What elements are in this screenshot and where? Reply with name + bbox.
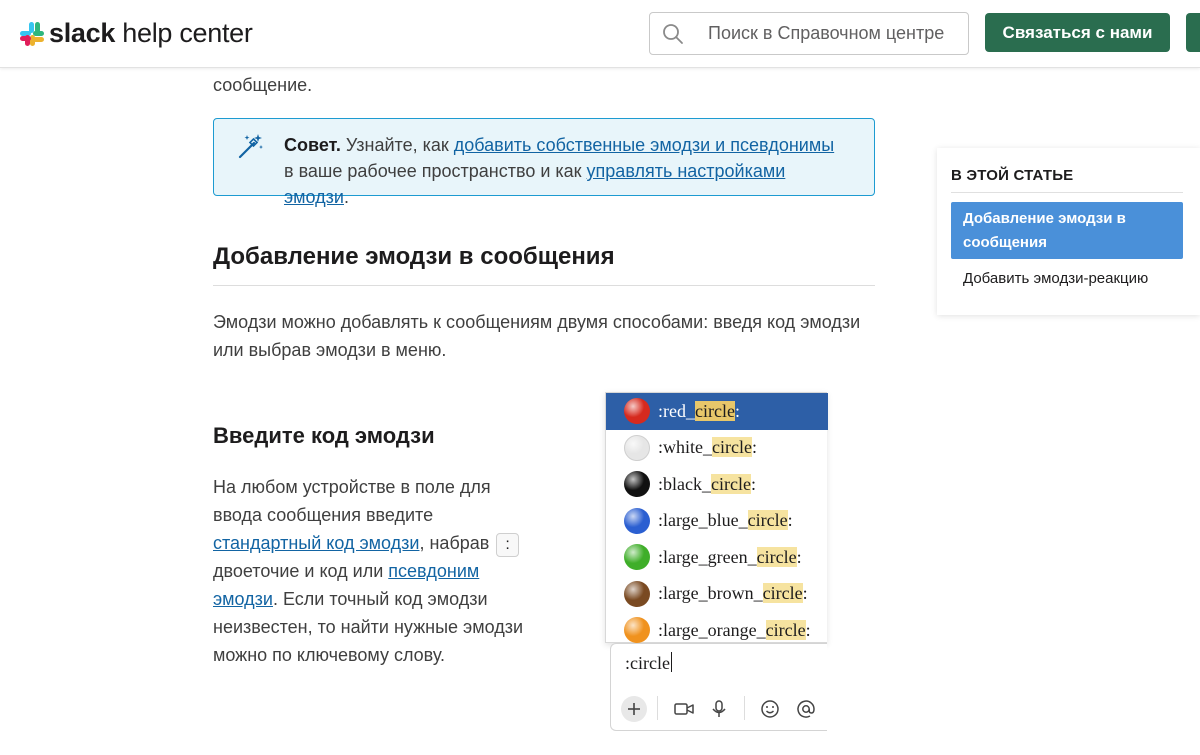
emoji-code: :red_circle: bbox=[658, 400, 740, 421]
tip-callout: Совет. Узнайте, как добавить собственные… bbox=[213, 118, 875, 207]
composer-text: :circle bbox=[625, 652, 672, 673]
standard-emoji-code-link[interactable]: стандартный код эмодзи bbox=[213, 533, 419, 553]
microphone-icon[interactable] bbox=[706, 696, 732, 722]
emoji-code: :large_brown_circle: bbox=[658, 583, 808, 604]
section-heading: Добавление эмодзи в сообщения bbox=[213, 243, 615, 270]
emoji-suggestion-row[interactable]: :large_brown_circle: bbox=[606, 576, 828, 613]
intro-paragraph: Эмодзи можно добавлять к сообщениям двум… bbox=[213, 312, 861, 360]
emoji-suggestion-row[interactable]: :large_green_circle: bbox=[606, 539, 828, 576]
toc-item-add-emoji-to-messages[interactable]: Добавление эмодзи в сообщения bbox=[951, 202, 1183, 259]
message-composer: :circle bbox=[610, 643, 827, 731]
custom-emoji-link[interactable]: добавить собственные эмодзи и псевдонимы bbox=[454, 135, 834, 155]
circle-emoji-icon bbox=[624, 398, 650, 425]
circle-emoji-icon bbox=[624, 580, 650, 607]
subsection-heading: Введите код эмодзи bbox=[213, 423, 435, 448]
toc-item-add-emoji-reaction[interactable]: Добавить эмодзи-реакцию bbox=[963, 268, 1148, 290]
circle-emoji-icon bbox=[624, 471, 650, 498]
lead-fragment: сообщение. bbox=[213, 75, 313, 95]
search-box[interactable] bbox=[649, 12, 969, 55]
toc-title: В ЭТОЙ СТАТЬЕ bbox=[951, 167, 1074, 184]
table-of-contents: В ЭТОЙ СТАТЬЕ Добавление эмодзи в сообще… bbox=[937, 148, 1200, 315]
emoji-code: :large_green_circle: bbox=[658, 546, 802, 567]
circle-emoji-icon bbox=[624, 434, 650, 461]
instructions-paragraph: На любом устройстве в поле для ввода соо… bbox=[213, 477, 524, 665]
emoji-suggestion-row[interactable]: :red_circle: bbox=[606, 393, 828, 430]
contact-us-button[interactable]: Связаться с нами bbox=[985, 13, 1170, 52]
search-icon bbox=[663, 24, 683, 44]
site-header: slack help center Связаться с нами bbox=[0, 0, 1200, 68]
emoji-suggestion-row[interactable]: :white_circle: bbox=[606, 430, 828, 467]
emoji-code: :large_orange_circle: bbox=[658, 619, 811, 640]
tip-text: Совет. Узнайте, как добавить собственные… bbox=[284, 135, 835, 207]
emoji-suggestion-row[interactable]: :large_blue_circle: bbox=[606, 503, 828, 540]
logo-text: slack help center bbox=[49, 18, 253, 48]
emoji-code: :black_circle: bbox=[658, 473, 756, 494]
colon-key: : bbox=[496, 533, 519, 557]
sign-in-button[interactable] bbox=[1186, 13, 1200, 52]
circle-emoji-icon bbox=[624, 507, 650, 534]
magic-wand-icon bbox=[238, 134, 263, 159]
tip-label: Совет. bbox=[284, 135, 341, 155]
video-icon[interactable] bbox=[671, 696, 697, 722]
plus-icon[interactable] bbox=[621, 696, 647, 722]
search-input[interactable] bbox=[708, 13, 958, 54]
toolbar-divider bbox=[657, 696, 658, 720]
slack-logo-icon bbox=[20, 21, 44, 46]
mention-icon[interactable] bbox=[793, 696, 819, 722]
divider bbox=[213, 285, 875, 286]
emoji-autocomplete-list: :red_circle::white_circle::black_circle:… bbox=[605, 392, 828, 644]
emoji-code: :large_blue_circle: bbox=[658, 510, 793, 531]
divider bbox=[951, 192, 1183, 193]
emoji-icon[interactable] bbox=[757, 696, 783, 722]
emoji-code: :white_circle: bbox=[658, 437, 757, 458]
slack-logo[interactable]: slack help center bbox=[19, 18, 253, 49]
toolbar-divider bbox=[744, 696, 745, 720]
emoji-suggestion-row[interactable]: :black_circle: bbox=[606, 466, 828, 503]
circle-emoji-icon bbox=[624, 544, 650, 571]
circle-emoji-icon bbox=[624, 617, 650, 644]
